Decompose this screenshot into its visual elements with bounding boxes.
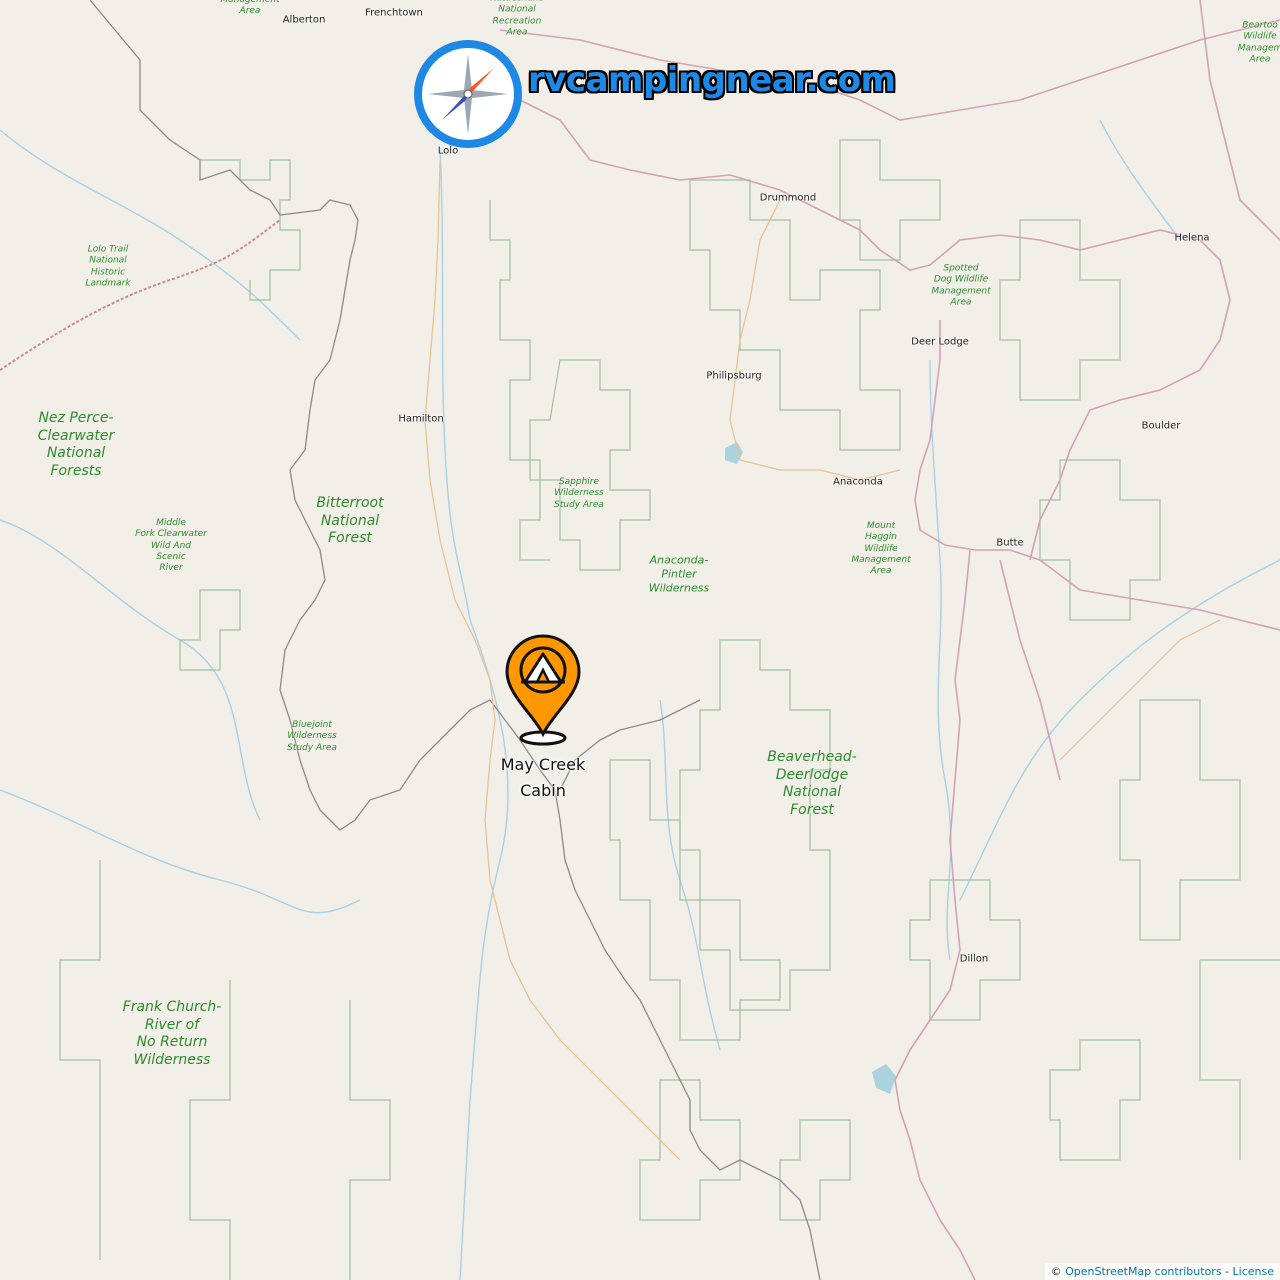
town-label: Drummond bbox=[759, 192, 817, 204]
area-label: Anaconda- Pintler Wilderness bbox=[648, 553, 710, 594]
map-basemap bbox=[0, 0, 1280, 1280]
area-label: Middle Fork Clearwater Wild And Scenic R… bbox=[135, 517, 207, 573]
map-attribution: © OpenStreetMap contributors - License bbox=[1044, 1263, 1280, 1280]
town-label: Alberton bbox=[282, 14, 326, 26]
town-label: Boulder bbox=[1141, 420, 1181, 432]
area-label: Rattlesnake National Recreation Area bbox=[490, 0, 544, 38]
area-label: Sapphire Wilderness Study Area bbox=[554, 477, 604, 510]
town-label: Frenchtown bbox=[365, 7, 423, 19]
town-label: Dillon bbox=[959, 953, 989, 965]
osm-contributors-link[interactable]: OpenStreetMap contributors bbox=[1065, 1265, 1221, 1278]
town-label: Deer Lodge bbox=[911, 336, 969, 348]
area-label: Lolo Trail National Historic Landmark bbox=[85, 244, 131, 289]
area-label: Bitterroot National Forest bbox=[316, 494, 384, 546]
area-label: Frank Church- River of No Return Wildern… bbox=[122, 999, 222, 1068]
area-label: Management Area bbox=[220, 0, 279, 16]
area-label: Beartoo Wildlife Managem Area bbox=[1237, 20, 1280, 65]
area-label: Bluejoint Wilderness Study Area bbox=[287, 720, 337, 753]
marker-label: May Creek Cabin bbox=[500, 755, 586, 800]
area-label: Spotted Dog Wildlife Management Area bbox=[931, 263, 991, 308]
map-canvas[interactable]: Alberton Frenchtown Lolo Drummond Helena… bbox=[0, 0, 1280, 1280]
site-logo[interactable]: rvcampingnear.com bbox=[414, 40, 896, 148]
area-label: Beaverhead- Deerlodge National Forest bbox=[767, 749, 857, 818]
area-label: Nez Perce- Clearwater National Forests bbox=[37, 410, 115, 479]
license-link[interactable]: License bbox=[1233, 1265, 1274, 1278]
area-label: Mount Haggin Wildlife Management Area bbox=[851, 520, 911, 576]
compass-icon bbox=[414, 40, 522, 148]
town-label: Butte bbox=[996, 537, 1024, 549]
tent-pin-icon[interactable] bbox=[503, 634, 583, 746]
town-label: Hamilton bbox=[398, 413, 444, 425]
town-label: Helena bbox=[1174, 232, 1210, 244]
town-label: Philipsburg bbox=[706, 370, 762, 382]
brand-name[interactable]: rvcampingnear.com bbox=[528, 60, 896, 100]
attribution-prefix: © bbox=[1050, 1265, 1066, 1278]
attribution-separator: - bbox=[1221, 1265, 1233, 1278]
town-label: Anaconda bbox=[833, 476, 883, 488]
